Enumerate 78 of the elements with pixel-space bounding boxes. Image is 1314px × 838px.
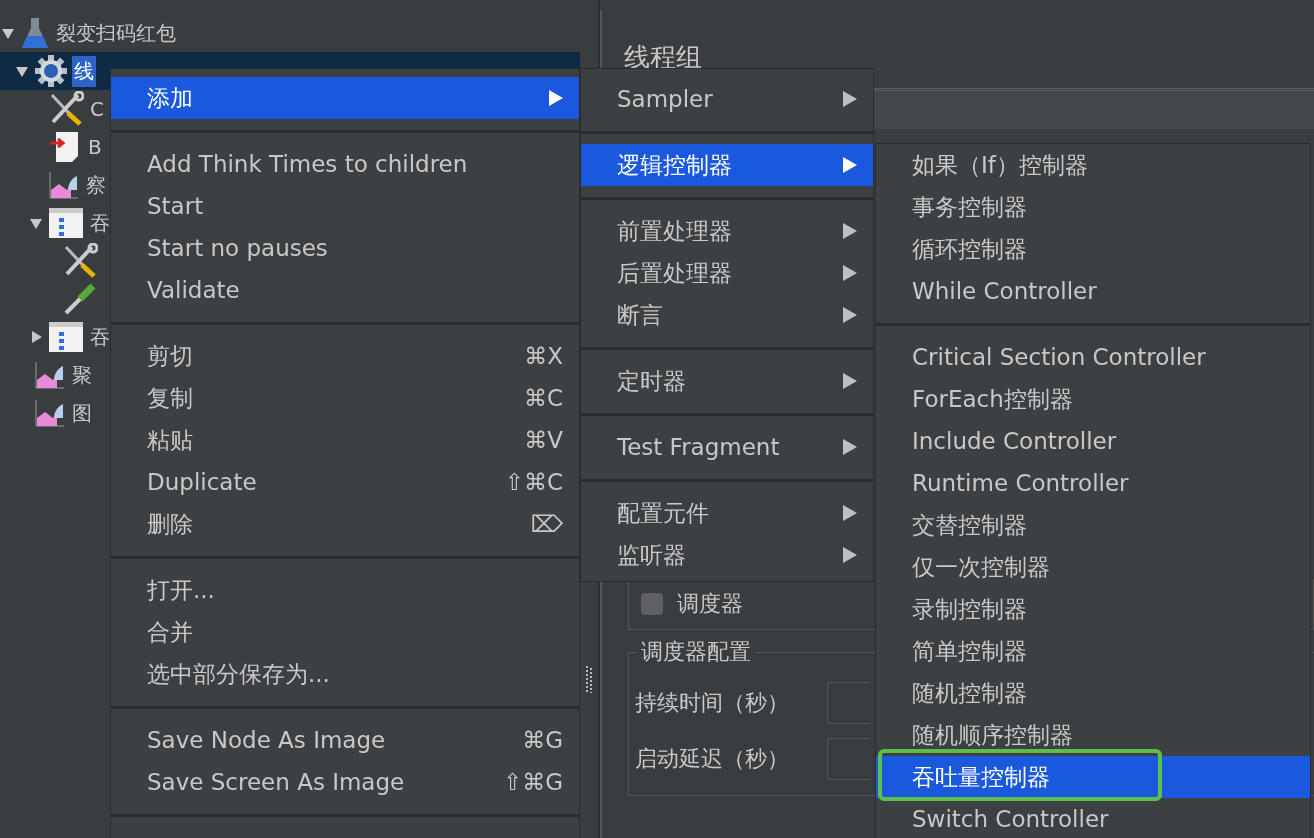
menu-item[interactable]: 如果（If）控制器	[876, 144, 1310, 186]
window-icon	[48, 206, 84, 240]
checkbox-label: 调度器	[677, 590, 743, 618]
field-label: 启动延迟（秒）	[635, 745, 790, 773]
menu-item[interactable]: 配置元件	[581, 492, 873, 534]
pipette-icon	[62, 281, 98, 317]
menu-item[interactable]: 循环控制器	[876, 228, 1310, 270]
chart-icon	[34, 398, 66, 428]
menu-item[interactable]: Switch Controller	[876, 798, 1310, 838]
menu-item[interactable]: 复制 ⌘C	[111, 377, 579, 419]
menu-item[interactable]: 吞吐量控制器	[876, 756, 1310, 798]
tree-item[interactable]: 聚	[70, 359, 94, 391]
tree-item[interactable]: 吞	[88, 321, 112, 353]
tree-toggle-icon[interactable]	[1, 26, 15, 40]
gear-icon	[34, 54, 68, 88]
menu-item[interactable]: While Controller	[876, 270, 1310, 312]
menu-item[interactable]: 添加	[111, 77, 579, 119]
menu-item[interactable]: 简单控制器	[876, 630, 1310, 672]
shortcut-hint: ⌦	[530, 511, 563, 537]
tree-item[interactable]: C	[88, 95, 106, 123]
menu-item[interactable]: 监听器	[581, 534, 873, 576]
splitter-handle-icon[interactable]	[585, 665, 593, 693]
menu-item[interactable]: 后置处理器	[581, 252, 873, 294]
shortcut-hint: ⌘C	[523, 385, 563, 411]
checkbox[interactable]	[641, 593, 663, 615]
tree-item[interactable]: 察	[84, 169, 108, 201]
menu-item[interactable]: Start	[111, 185, 579, 227]
menu-item[interactable]: 剪切 ⌘X	[111, 335, 579, 377]
menu-item[interactable]: Start no pauses	[111, 227, 579, 269]
tree-item[interactable]: 吞	[88, 207, 112, 239]
tree-item[interactable]: 图	[70, 397, 94, 429]
menu-item[interactable]: Duplicate ⇧⌘C	[111, 461, 579, 503]
tree-item[interactable]: 裂变扫码红包	[54, 17, 178, 49]
menu-item[interactable]: 随机顺序控制器	[876, 714, 1310, 756]
field-label: 持续时间（秒）	[635, 689, 790, 717]
menu-item[interactable]: Save Screen As Image ⇧⌘G	[111, 761, 579, 803]
chart-icon	[48, 170, 80, 200]
tree-toggle-icon[interactable]	[15, 64, 29, 78]
menu-item[interactable]: 断言	[581, 294, 873, 336]
menu-item[interactable]: 交替控制器	[876, 504, 1310, 546]
window-icon	[48, 320, 84, 354]
menu-item[interactable]: Runtime Controller	[876, 462, 1310, 504]
shortcut-hint: ⌘V	[524, 427, 563, 453]
menu-item[interactable]: Sampler	[581, 78, 873, 120]
menu-item[interactable]: 前置处理器	[581, 210, 873, 252]
menu-item[interactable]: 事务控制器	[876, 186, 1310, 228]
menu-item[interactable]: Include Controller	[876, 420, 1310, 462]
input-field[interactable]	[827, 738, 871, 780]
menu-item[interactable]: 合并	[111, 611, 579, 653]
menu-item[interactable]: Test Fragment	[581, 426, 873, 468]
chart-icon	[34, 360, 66, 390]
tree-toggle-icon[interactable]	[29, 216, 43, 230]
shortcut-hint: ⌘X	[524, 343, 563, 369]
menu-item[interactable]: 打开...	[111, 569, 579, 611]
flask-icon	[20, 16, 50, 50]
shortcut-hint: ⌘G	[522, 727, 563, 753]
panel-title: 线程组	[623, 41, 703, 74]
menu-item[interactable]: 逻辑控制器	[581, 144, 873, 186]
tree-item[interactable]: B	[86, 133, 104, 161]
menu-item[interactable]: 定时器	[581, 360, 873, 402]
menu-item[interactable]: 录制控制器	[876, 588, 1310, 630]
menu-item[interactable]: 删除 ⌦	[111, 503, 579, 545]
shortcut-hint: ⇧⌘C	[504, 469, 563, 495]
shortcut-hint: ⇧⌘G	[502, 769, 563, 795]
menu-item[interactable]: Critical Section Controller	[876, 336, 1310, 378]
menu-item[interactable]: 选中部分保存为...	[111, 653, 579, 695]
menu-item[interactable]: 粘贴 ⌘V	[111, 419, 579, 461]
menu-item[interactable]: Save Node As Image ⌘G	[111, 719, 579, 761]
menu-item[interactable]: 仅一次控制器	[876, 546, 1310, 588]
menu-item[interactable]: Add Think Times to children	[111, 143, 579, 185]
tools-icon	[48, 91, 84, 127]
tree-toggle-icon[interactable]	[29, 330, 43, 344]
menu-item[interactable]: ForEach控制器	[876, 378, 1310, 420]
tree-item[interactable]: 线	[72, 55, 96, 87]
menu-item[interactable]: 随机控制器	[876, 672, 1310, 714]
tools-icon	[62, 243, 98, 279]
menu-item[interactable]: Validate	[111, 269, 579, 311]
input-field[interactable]	[827, 682, 871, 724]
